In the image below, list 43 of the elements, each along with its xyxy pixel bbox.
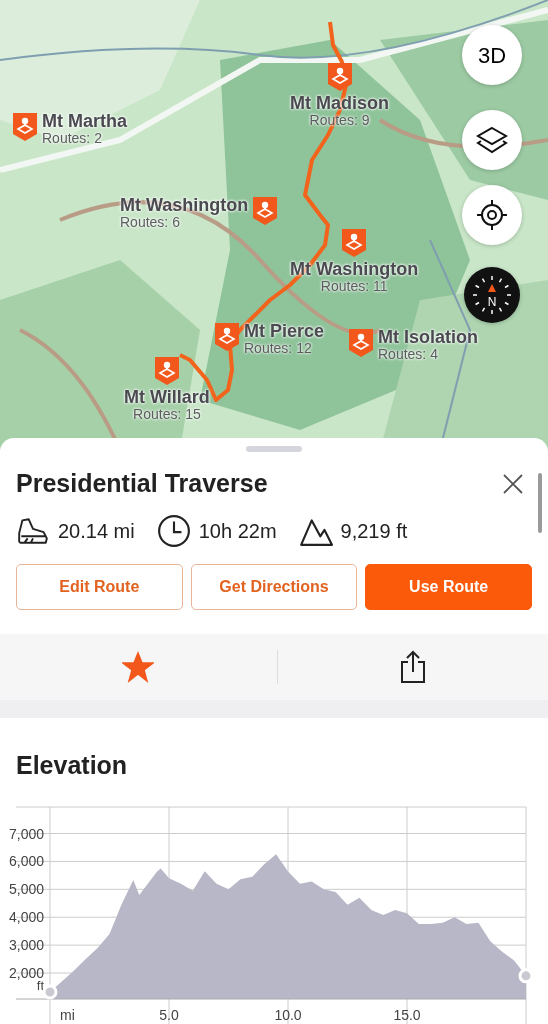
route-count: Routes: 11 (320, 278, 388, 294)
route-count: Routes: 15 (133, 406, 201, 422)
scroll-bar (538, 473, 542, 533)
route-count: Routes: 12 (244, 340, 313, 356)
route-action-button[interactable]: Edit Route (16, 564, 183, 610)
share-icon (399, 650, 426, 684)
drag-handle[interactable] (246, 446, 302, 452)
route-count: Routes: 4 (378, 346, 439, 362)
locate-icon (475, 198, 509, 232)
close-icon[interactable] (502, 471, 524, 495)
peak-name[interactable]: Mt Pierce (244, 322, 325, 341)
star-icon (122, 651, 155, 683)
use-route-button[interactable]: Use Route (365, 564, 532, 610)
stat-value: 9,219 ft (340, 519, 408, 544)
route-count: Routes: 6 (120, 214, 180, 230)
peak-name[interactable]: Mt Martha (42, 112, 127, 131)
section-title: Elevation (16, 750, 129, 780)
route-title: Presidential Traverse (16, 468, 268, 498)
route-count: Routes: 2 (42, 130, 103, 146)
axis-tick-label: 4,000 (8, 909, 44, 926)
peak-marker-icon[interactable] (214, 322, 240, 352)
axis-tick-label: 10.0 (274, 1007, 302, 1023)
clock-icon (156, 514, 191, 548)
peak-name[interactable]: Mt Washington (120, 196, 249, 215)
route-action-button[interactable]: Get Directions (190, 564, 358, 610)
peak-name[interactable]: Mt Isolation (378, 328, 478, 347)
axis-tick-label: 5.0 (159, 1007, 179, 1023)
axis-tick-label: 7,000 (8, 825, 44, 842)
stat-value: 10h 22m (198, 519, 277, 544)
peak-marker-icon[interactable] (252, 196, 279, 226)
peak-marker-icon[interactable] (348, 328, 374, 358)
axis-tick-label: 5,000 (8, 881, 44, 898)
layers-icon (475, 125, 509, 155)
axis-tick-label: 3,000 (8, 937, 44, 954)
peak-marker-icon[interactable] (153, 356, 180, 386)
axis-tick-label: 15.0 (393, 1007, 421, 1023)
peak-marker-icon[interactable] (341, 228, 368, 258)
axis-tick-label: 6,000 (8, 853, 44, 870)
axis-unit: mi (60, 1007, 75, 1023)
peak-name[interactable]: Mt Willard (124, 388, 210, 407)
peak-marker-icon[interactable] (12, 112, 38, 142)
peak-marker-icon[interactable] (326, 62, 353, 92)
stat-value: 20.14 mi (58, 519, 135, 544)
